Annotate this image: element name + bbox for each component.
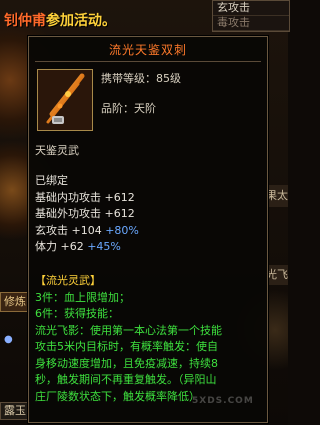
item-title: 流光天鉴双刺 xyxy=(108,43,187,57)
item-tooltip: 流光天鉴双刺 携带等级：85级 品阶：天阶 天鉴灵武 已绑定 基础内功攻击 +6… xyxy=(28,36,268,423)
set-name: 【流光灵武】 xyxy=(35,274,101,287)
attack-type-panel: 玄攻击 毒攻击 xyxy=(212,0,290,32)
stat-label: 体力 xyxy=(35,240,57,253)
stat-value: +612 xyxy=(104,190,135,204)
set-bonus-6: 6件：获得技能： xyxy=(35,307,119,320)
stat-value: +612 xyxy=(104,207,135,220)
stat-value: +62 xyxy=(60,240,84,253)
cultivate-button[interactable]: 修炼 xyxy=(0,292,30,312)
stat-label: 基础内功攻击 xyxy=(35,190,101,204)
twin-daggers-icon xyxy=(37,69,93,131)
weapon-type-section: 天鉴灵武 xyxy=(35,143,261,160)
attack-row-xuan[interactable]: 玄攻击 xyxy=(213,1,289,16)
stat-row: 基础外功攻击 +612 xyxy=(35,206,261,223)
side-tab-result[interactable]: 果太 xyxy=(266,185,288,207)
activity-banner: 钊仲甫参加活动。 xyxy=(0,10,144,32)
attack-row-poison[interactable]: 毒攻击 xyxy=(213,16,289,31)
stat-row: 玄攻击 +104 +80% xyxy=(35,223,261,240)
carry-level: 携带等级：85级 xyxy=(101,72,181,85)
site-watermark: 5XDS.COM xyxy=(168,372,268,406)
stat-label: 基础外功攻击 xyxy=(35,207,101,220)
dew-jade-button[interactable]: 露玉 xyxy=(0,402,30,420)
bound-status: 已绑定 xyxy=(35,174,68,187)
stat-bonus: +80% xyxy=(105,223,139,237)
stat-bonus: +45% xyxy=(87,240,121,253)
stat-value: +104 xyxy=(71,223,102,237)
stat-label: 玄攻击 xyxy=(35,223,68,237)
banner-text: 参加活动。 xyxy=(46,13,116,29)
title-divider xyxy=(35,61,261,62)
watermark-url: 5XDS.COM xyxy=(192,396,254,406)
side-tab-light[interactable]: 光飞 xyxy=(266,265,288,285)
skill-line: 身移动速度增加，且免疫减速，持续8 xyxy=(35,356,218,370)
banner-npc-name: 钊仲甫 xyxy=(4,13,46,29)
chat-indicator-icon: ● xyxy=(4,334,13,345)
stat-row: 体力 +62 +45% xyxy=(35,239,261,256)
skill-line: 攻击5米内目标时，有概率触发：使自 xyxy=(35,340,218,353)
item-grade: 品阶：天阶 xyxy=(101,102,156,115)
stats-section: 已绑定 基础内功攻击 +612 基础外功攻击 +612 玄攻击 +104 +80… xyxy=(35,173,261,256)
item-info: 携带等级：85级 品阶：天阶 xyxy=(101,69,261,129)
set-bonus-3: 3件：血上限增加； xyxy=(35,290,130,304)
skill-line: 流光飞影：使用第一本心法第一个技能 xyxy=(35,323,222,337)
stat-row: 基础内功攻击 +612 xyxy=(35,190,261,207)
weapon-name: 天鉴灵武 xyxy=(35,144,79,157)
